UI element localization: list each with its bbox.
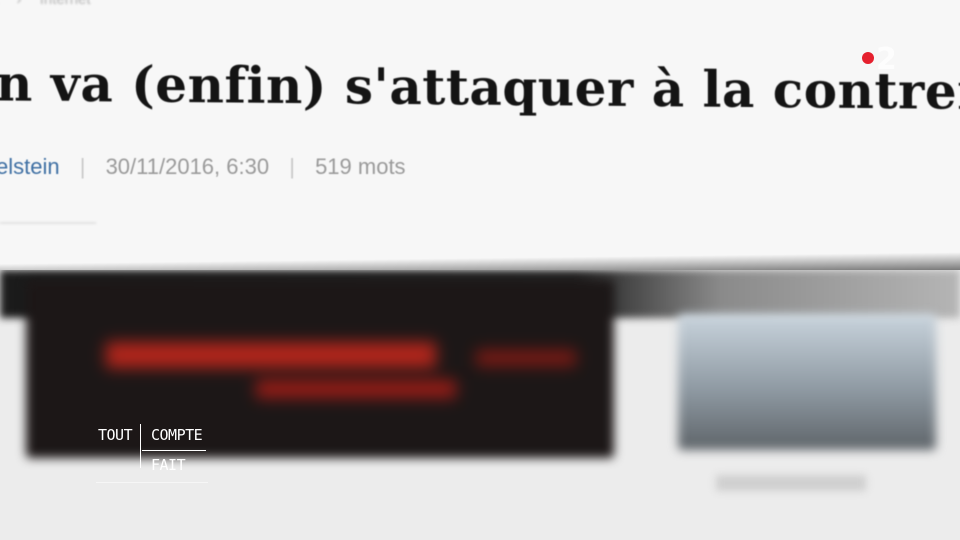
logo-divider <box>140 424 141 468</box>
publish-date: 30/11/2016, 6:30 <box>105 154 270 179</box>
show-logo-word: FAIT <box>151 456 186 474</box>
show-logo-word: TOUT <box>98 426 133 444</box>
article-header: a › Internet n va (enfin) s'attaquer à l… <box>0 0 960 272</box>
meta-separator: | <box>79 154 86 179</box>
image-detail <box>256 380 456 398</box>
meta-separator: | <box>289 154 295 179</box>
channel-dot-icon <box>862 52 874 64</box>
article-title: n va (enfin) s'attaquer à la contrefaç <box>0 53 960 122</box>
word-count: 519 mots <box>315 154 406 179</box>
channel-number: 2 <box>876 42 897 77</box>
show-logo-word: COMPTE <box>151 426 203 444</box>
logo-divider <box>96 482 208 483</box>
breadcrumb-item[interactable]: Internet <box>40 0 91 8</box>
image-detail <box>476 350 576 366</box>
article-content <box>0 270 960 540</box>
divider <box>0 222 96 224</box>
author-link[interactable]: elstein <box>0 154 60 179</box>
show-logo: TOUT COMPTE FAIT <box>96 422 212 486</box>
channel-logo: 2 <box>860 42 902 78</box>
related-article-caption[interactable] <box>716 475 866 491</box>
breadcrumb-separator: › <box>17 0 22 8</box>
image-detail <box>106 342 436 368</box>
logo-divider <box>142 450 206 451</box>
related-article-image[interactable] <box>678 314 936 450</box>
article-meta: elstein | 30/11/2016, 6:30 | 519 mots <box>0 154 406 180</box>
breadcrumb: a › Internet <box>0 0 105 8</box>
